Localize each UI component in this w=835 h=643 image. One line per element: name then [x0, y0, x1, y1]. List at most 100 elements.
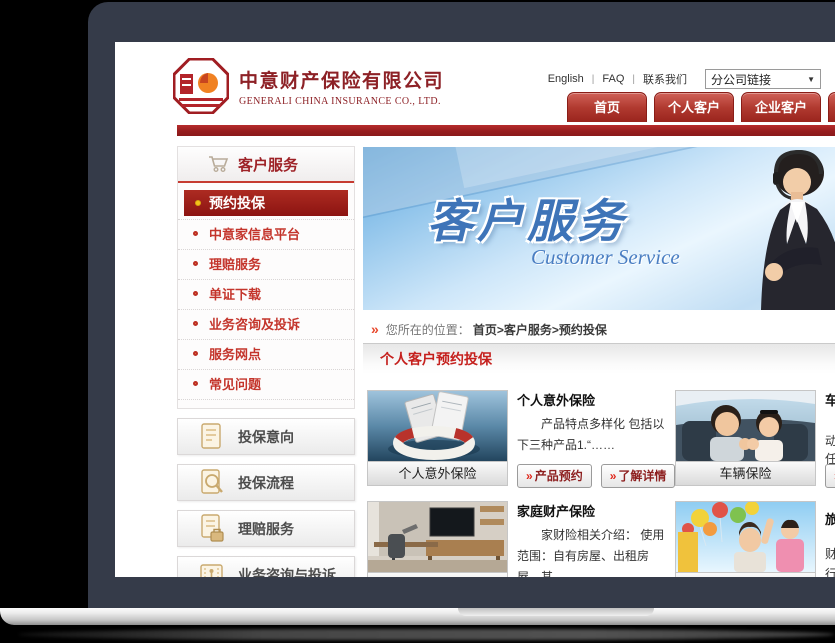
- customer-service-banner: 客户服务 Customer Service: [363, 147, 835, 310]
- sidebar-item-label: 常见问题: [209, 377, 261, 392]
- sidebar-item-inquiry-complaints[interactable]: 业务咨询及投诉: [178, 310, 354, 340]
- card-description: 家财险相关介绍： 使用范围：自有房屋、出租房屋、其……: [517, 525, 671, 577]
- quick-button-business-inquiry[interactable]: 业务咨询与投诉: [177, 556, 355, 577]
- tab-partial[interactable]: [828, 92, 835, 122]
- card-text: 家庭财产保险 家财险相关介绍： 使用范围：自有房屋、出租房屋、其……: [517, 501, 671, 577]
- utility-nav: English | FAQ | 联系我们 分公司链接 ▼: [540, 69, 821, 89]
- sidebar-item-service-outlets[interactable]: 服务网点: [178, 340, 354, 370]
- quick-button-label: 投保意向: [238, 427, 294, 447]
- card-caption[interactable]: [368, 572, 507, 577]
- quick-button-insurance-process[interactable]: 投保流程: [177, 464, 355, 501]
- link-english[interactable]: English: [548, 73, 584, 85]
- bullet-icon: [195, 200, 201, 206]
- bullet-icon: [193, 321, 198, 326]
- page-title: 个人客户预约投保: [380, 351, 492, 367]
- header-divider-bar: [177, 125, 835, 136]
- laptop-shadow: [18, 629, 835, 640]
- sidebar-item-claims-service[interactable]: 理赔服务: [178, 250, 354, 280]
- generali-octagon-logo-icon: [173, 58, 229, 114]
- sidebar: 客户服务 预约投保 中意家信息平台 理赔服务 单证下载 业务咨询及投诉 服务网点: [177, 146, 355, 577]
- button-label: 了解详情: [618, 469, 666, 483]
- link-contact-us[interactable]: 联系我们: [643, 71, 687, 87]
- laptop-base: [0, 608, 835, 625]
- laptop-hinge-notch: [458, 608, 654, 616]
- page-background: 中意财产保险有限公司 GENERALI CHINA INSURANCE CO.,…: [0, 0, 835, 643]
- sidebar-menu-box: 客户服务 预约投保 中意家信息平台 理赔服务 单证下载 业务咨询及投诉 服务网点: [177, 146, 355, 409]
- ticket-icon: [198, 560, 225, 577]
- breadcrumb-label: 您所在的位置：: [386, 321, 470, 338]
- sidebar-item-book-insurance[interactable]: 预约投保: [184, 190, 348, 216]
- tab-corporate-customers[interactable]: 企业客户: [741, 92, 821, 122]
- divider: |: [632, 74, 635, 85]
- branch-select-value: 分公司链接: [711, 71, 771, 88]
- divider: |: [592, 74, 595, 85]
- tab-label: 首页: [594, 100, 620, 115]
- sidebar-item-faq[interactable]: 常见问题: [178, 370, 354, 400]
- learn-more-button[interactable]: »了解详情: [601, 464, 676, 488]
- breadcrumb: » 您所在的位置： 首页>客户服务>预约投保: [363, 319, 835, 339]
- bullet-icon: [193, 381, 198, 386]
- card-description: 行: [825, 565, 835, 577]
- chevrons-icon: »: [610, 469, 617, 483]
- company-logo: 中意财产保险有限公司 GENERALI CHINA INSURANCE CO.,…: [173, 58, 444, 114]
- card-title: 车辆保险: [825, 390, 835, 409]
- document-search-icon: [198, 468, 225, 497]
- card-description: 动车: [825, 432, 835, 449]
- couple-in-car-image: [676, 391, 815, 461]
- card-actions: »产品预约 »了解详情: [517, 464, 675, 488]
- main-content: 客户服务 Customer Service: [363, 147, 835, 310]
- company-name-cn: 中意财产保险有限公司: [239, 66, 444, 93]
- card-image-link[interactable]: 个人意外保险: [367, 390, 508, 486]
- product-cards: 个人意外保险 个人意外保险 产品特点多样化 包括以下三种产品1.“…… »产品预…: [363, 387, 835, 577]
- sidebar-item-document-download[interactable]: 单证下载: [178, 280, 354, 310]
- sidebar-item-label: 预约投保: [209, 195, 265, 211]
- main-nav: 首页 个人客户 企业客户: [567, 92, 835, 122]
- quick-button-claims-service[interactable]: 理赔服务: [177, 510, 355, 547]
- document-list-icon: [198, 422, 225, 451]
- quick-button-insurance-intent[interactable]: 投保意向: [177, 418, 355, 455]
- card-caption[interactable]: 车辆保险: [676, 461, 815, 485]
- home-interior-image: [368, 502, 507, 572]
- card-title: 家庭财产保险: [517, 501, 671, 520]
- card-caption[interactable]: 个人意外保险: [368, 461, 507, 485]
- document-briefcase-icon: [198, 514, 225, 543]
- bullet-icon: [193, 291, 198, 296]
- card-title: 旅: [825, 509, 835, 528]
- product-reserve-button[interactable]: »产品预约: [825, 464, 835, 488]
- sidebar-item-label: 服务网点: [209, 347, 261, 362]
- sidebar-item-zhongyi-platform[interactable]: 中意家信息平台: [178, 220, 354, 250]
- card-image-link[interactable]: [675, 501, 816, 577]
- sidebar-header: 客户服务: [178, 147, 354, 183]
- tab-home[interactable]: 首页: [567, 92, 647, 122]
- sidebar-title: 客户服务: [238, 154, 298, 175]
- bullet-icon: [193, 261, 198, 266]
- card-vehicle-insurance: 车辆保险 车辆保险 动车 任 »产品预约 »了解详情: [675, 388, 835, 492]
- card-image-link[interactable]: [367, 501, 508, 577]
- card-description: 产品特点多样化 包括以下三种产品1.“……: [517, 414, 671, 456]
- sidebar-item-label: 单证下载: [209, 287, 261, 302]
- sidebar-item-label: 中意家信息平台: [209, 227, 300, 242]
- card-travel-insurance: 旅 财 行: [675, 499, 835, 577]
- breadcrumb-path[interactable]: 首页>客户服务>预约投保: [473, 321, 607, 338]
- company-name: 中意财产保险有限公司 GENERALI CHINA INSURANCE CO.,…: [239, 66, 444, 107]
- card-image-link[interactable]: 车辆保险: [675, 390, 816, 486]
- product-reserve-button[interactable]: »产品预约: [517, 464, 592, 488]
- card-title: 个人意外保险: [517, 390, 671, 409]
- sidebar-item-slot: 预约投保: [178, 187, 354, 220]
- card-personal-accident: 个人意外保险 个人意外保险 产品特点多样化 包括以下三种产品1.“…… »产品预…: [367, 388, 671, 492]
- branch-links-select[interactable]: 分公司链接 ▼: [705, 69, 821, 89]
- bullet-icon: [193, 351, 198, 356]
- button-label: 产品预约: [535, 469, 583, 483]
- card-caption[interactable]: [676, 572, 815, 577]
- quick-button-label: 业务咨询与投诉: [238, 565, 336, 578]
- cart-icon: [208, 155, 229, 173]
- sidebar-item-label: 业务咨询及投诉: [209, 317, 300, 332]
- browser-screen: 中意财产保险有限公司 GENERALI CHINA INSURANCE CO.,…: [115, 42, 835, 577]
- quick-button-label: 投保流程: [238, 473, 294, 493]
- tab-label: 个人客户: [668, 100, 720, 115]
- card-description: 财: [825, 545, 835, 562]
- link-faq[interactable]: FAQ: [602, 73, 624, 85]
- laptop-bezel: 中意财产保险有限公司 GENERALI CHINA INSURANCE CO.,…: [88, 2, 835, 608]
- card-actions: »产品预约 »了解详情: [825, 464, 835, 488]
- tab-personal-customers[interactable]: 个人客户: [654, 92, 734, 122]
